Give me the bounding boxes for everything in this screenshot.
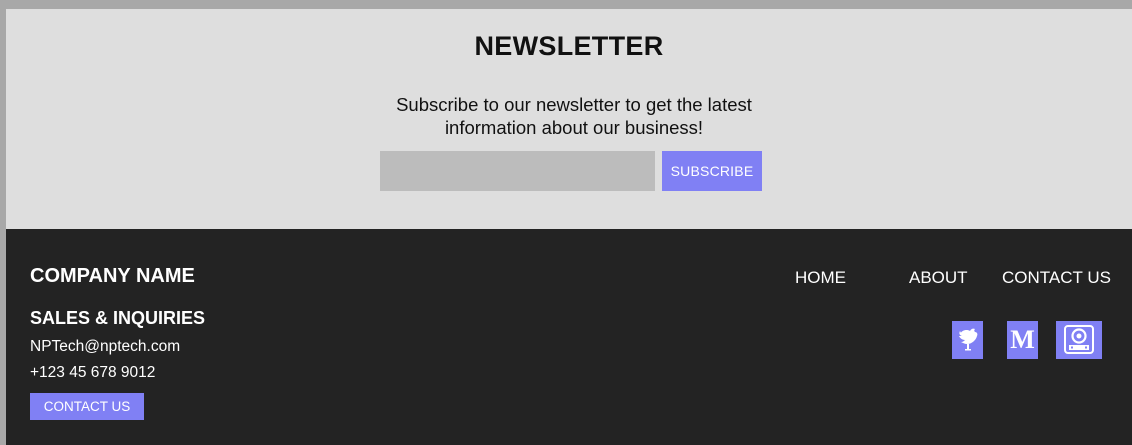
newsletter-description-line-2: information about our business! <box>444 117 704 138</box>
newsletter-email-input[interactable] <box>380 151 655 191</box>
subscribe-button[interactable]: SUBSCRIBE <box>662 151 762 191</box>
contact-phone: +123 45 678 9012 <box>30 364 156 381</box>
newsletter-description: Subscribe to our newsletter to get the l… <box>369 93 779 139</box>
company-name: COMPANY NAME <box>30 265 195 287</box>
nav-contact-link[interactable]: CONTACT US <box>1002 268 1111 288</box>
contact-us-button[interactable]: CONTACT US <box>30 393 144 420</box>
nav-about-link[interactable]: ABOUT <box>909 268 968 288</box>
nav-home-link[interactable]: HOME <box>795 268 846 288</box>
social-medium-button[interactable]: M <box>1007 321 1038 359</box>
podcast-icon <box>1064 325 1094 354</box>
newsletter-description-line-1: Subscribe to our newsletter to get the l… <box>396 94 752 115</box>
newsletter-section: NEWSLETTER Subscribe to our newsletter t… <box>6 9 1132 229</box>
medium-icon: M <box>1010 325 1035 354</box>
footer: COMPANY NAME SALES & INQUIRIES NPTech@np… <box>6 229 1132 445</box>
newsletter-title: NEWSLETTER <box>474 31 664 61</box>
sales-heading: SALES & INQUIRIES <box>30 308 206 328</box>
social-podcast-button[interactable] <box>1056 321 1102 359</box>
contact-email: NPTech@nptech.com <box>30 338 181 355</box>
social-bird-button[interactable] <box>952 321 983 359</box>
bird-icon <box>958 328 977 351</box>
